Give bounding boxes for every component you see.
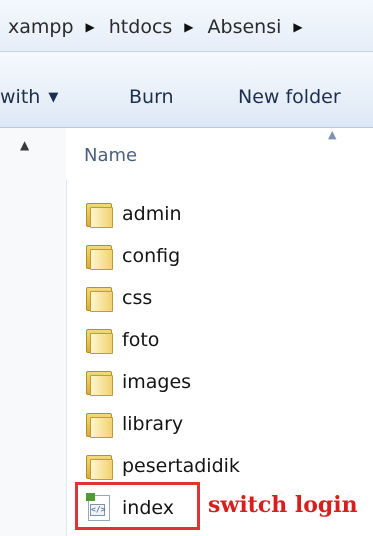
file-name: css [122,287,153,309]
chevron-right-icon[interactable]: ▶ [86,20,95,34]
chevron-right-icon[interactable]: ▶ [184,20,193,34]
list-item[interactable]: library [80,406,340,442]
list-item[interactable]: config [80,238,340,274]
annotation-text: switch login [208,492,358,518]
chevron-right-icon[interactable]: ▶ [293,20,302,34]
list-item[interactable]: images [80,364,340,400]
list-item[interactable]: pesertadidik [80,448,340,484]
list-item[interactable]: foto [80,322,340,358]
sort-ascending-icon: ▲ [328,128,337,141]
column-header: Name ▲ [66,128,373,180]
folder-icon [86,453,113,480]
list-item[interactable]: admin [80,196,340,232]
breadcrumb-item[interactable]: htdocs [107,16,175,38]
navigation-pane: ▲ [0,128,67,536]
toolbar: with ▼ Burn New folder [0,52,373,128]
folder-icon [86,285,113,312]
share-with-button[interactable]: with ▼ [0,86,58,108]
breadcrumb-item[interactable]: xampp [6,16,76,38]
dropdown-caret-icon: ▼ [48,90,59,105]
file-name: images [122,371,192,393]
breadcrumb-item[interactable]: Absensi [206,16,284,38]
scroll-up-icon[interactable]: ▲ [20,138,29,152]
folder-icon [86,327,113,354]
file-name: admin [122,203,182,225]
share-with-label: with [0,86,41,108]
highlight-box [75,482,200,530]
new-folder-button[interactable]: New folder [238,86,341,108]
folder-icon [86,369,113,396]
burn-button[interactable]: Burn [129,86,174,108]
folder-icon [86,411,113,438]
list-item[interactable]: css [80,280,340,316]
folder-icon [86,243,113,270]
file-name: foto [122,329,160,351]
file-name: config [122,245,181,267]
address-bar[interactable]: xampp ▶ htdocs ▶ Absensi ▶ [0,0,373,52]
name-column-header[interactable]: Name [84,145,137,166]
folder-icon [86,201,113,228]
file-name: pesertadidik [122,455,240,477]
file-name: library [122,413,184,435]
